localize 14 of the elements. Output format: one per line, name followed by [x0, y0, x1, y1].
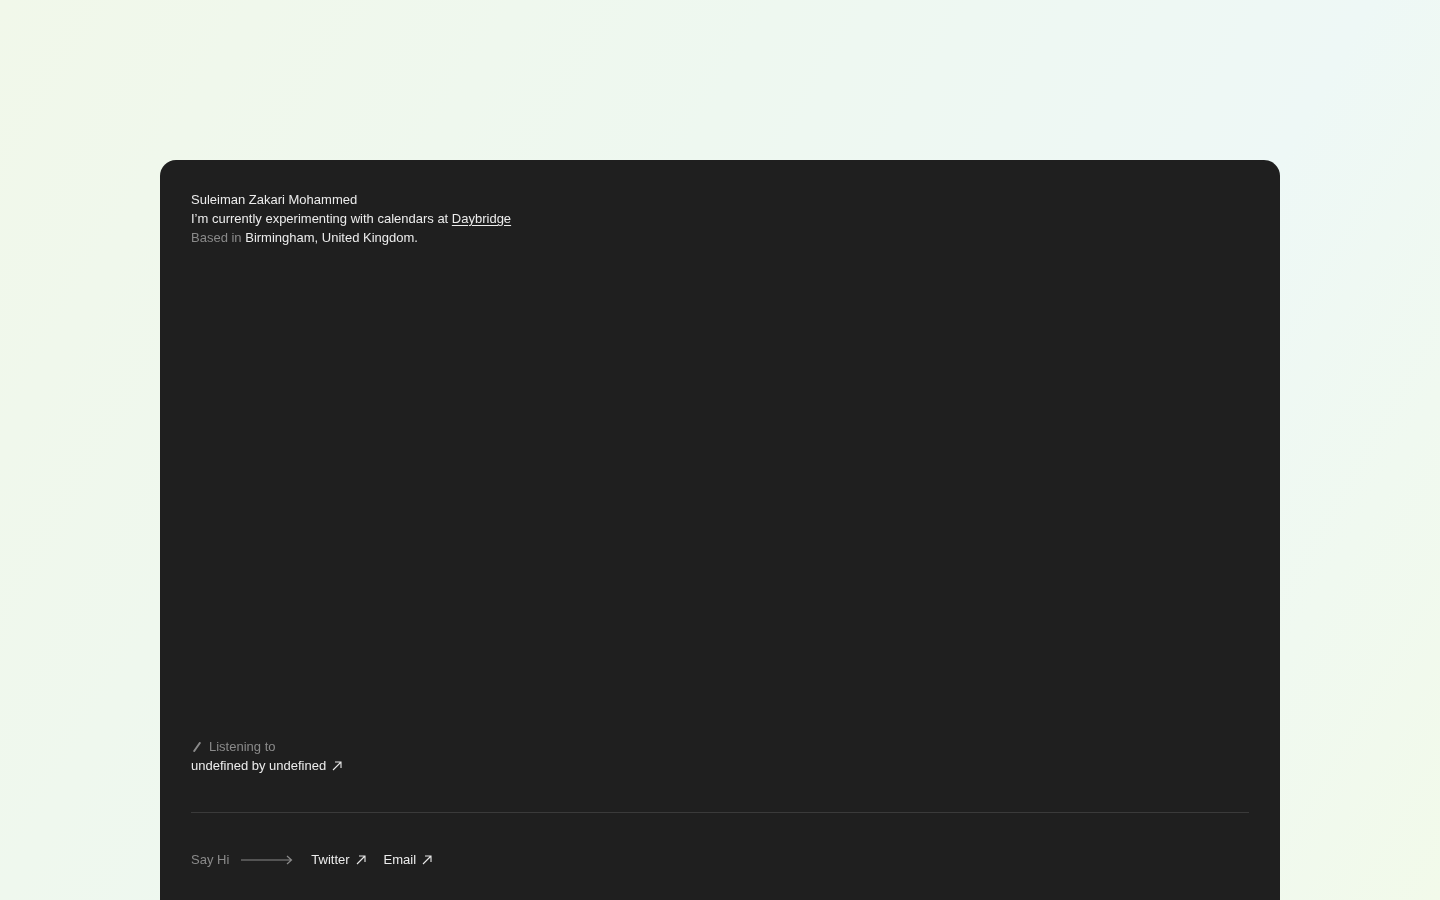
track-link[interactable]: undefined by undefined — [191, 756, 343, 775]
arrow-up-right-icon — [332, 760, 343, 771]
name-text: Suleiman Zakari Mohammed — [191, 191, 358, 209]
social-link[interactable]: Twitter — [311, 850, 366, 869]
location-text: Based in Birmingham, United Kingdom. — [191, 229, 418, 247]
company-link[interactable]: Daybridge — [451, 211, 512, 226]
arrow-right-icon — [241, 854, 294, 865]
slash-icon — [193, 741, 201, 752]
arrow-up-right-icon — [355, 854, 366, 865]
listening-label: Listening to — [209, 738, 276, 756]
say-hi-text: Say Hi — [191, 851, 230, 869]
social-link[interactable]: Email — [383, 850, 433, 869]
intro-text: I’m currently experimenting with calendars at Daybridge — [191, 210, 512, 228]
arrow-up-right-icon — [422, 854, 433, 865]
